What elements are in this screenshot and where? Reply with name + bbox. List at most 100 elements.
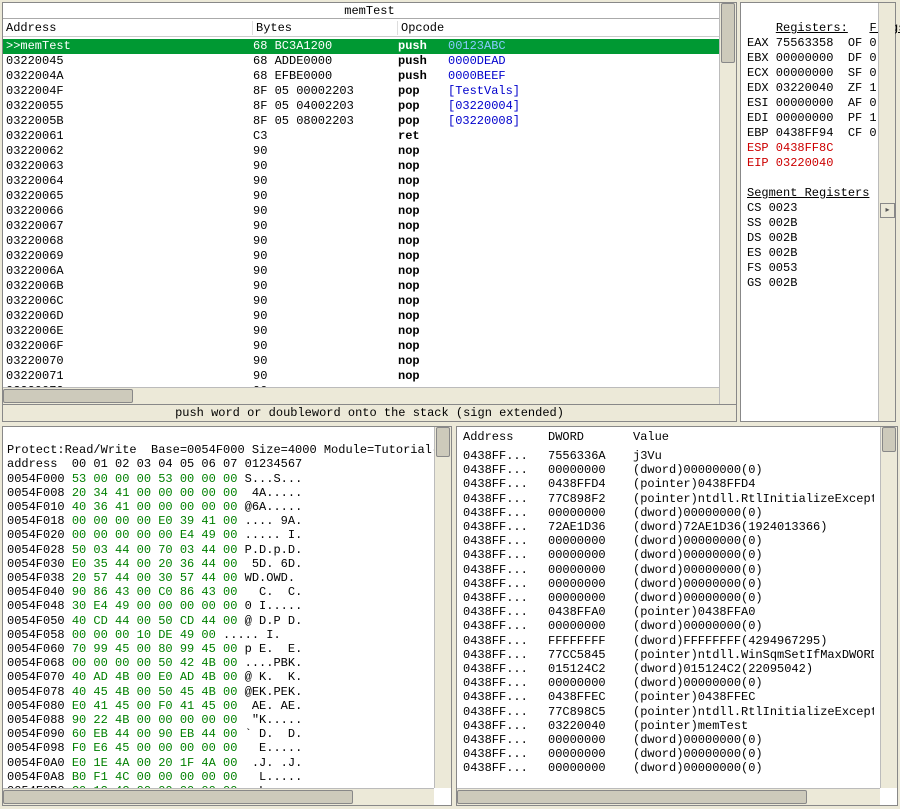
stack-row[interactable]: 0438FF...00000000(dword)00000000(0) [463, 548, 874, 562]
hex-row[interactable]: 0054F010 40 36 41 00 00 00 00 00 @6A....… [7, 500, 430, 514]
disasm-row[interactable]: 0322006790nop [3, 219, 719, 234]
disasm-row[interactable]: 0322007090nop [3, 354, 719, 369]
stack-row[interactable]: 0438FF...7556336Aj3Vu [463, 449, 874, 463]
hex-row[interactable]: 0054F030 E0 35 44 00 20 36 44 00 5D. 6D. [7, 557, 430, 571]
hex-row[interactable]: 0054F020 00 00 00 00 00 E4 49 00 ..... I… [7, 528, 430, 542]
hexdump-pane[interactable]: Protect:Read/Write Base=0054F000 Size=40… [2, 426, 452, 806]
stack-row[interactable]: 0438FF...015124C2(dword)015124C2(2209504… [463, 662, 874, 676]
hex-row[interactable]: 0054F080 E0 41 45 00 F0 41 45 00 AE. AE. [7, 699, 430, 713]
stack-row[interactable]: 0438FF...77C898C5(pointer)ntdll.RtlIniti… [463, 705, 874, 719]
disasm-row[interactable]: 0322006290nop [3, 144, 719, 159]
disasm-row[interactable]: 0322006490nop [3, 174, 719, 189]
disassembly-pane[interactable]: memTest Address Bytes Opcode >>memTest68… [2, 2, 737, 422]
hex-row[interactable]: 0054F018 00 00 00 00 E0 39 41 00 .... 9A… [7, 514, 430, 528]
stack-row[interactable]: 0438FF...00000000(dword)00000000(0) [463, 733, 874, 747]
disasm-rows[interactable]: >>memTest68 BC3A1200push00123ABC03220045… [3, 39, 719, 404]
vscroll[interactable] [719, 3, 736, 404]
stack-row[interactable]: 0438FF...0438FFD4(pointer)0438FFD4 [463, 477, 874, 491]
vscroll[interactable]: ▸ [878, 3, 895, 421]
stack-row[interactable]: 0438FF...77C898F2(pointer)ntdll.RtlIniti… [463, 492, 874, 506]
stack-row[interactable]: 0438FF...00000000(dword)00000000(0) [463, 747, 874, 761]
registers-pane[interactable]: Registers: Flags EAX 75563358 OF 0EBX 00… [740, 2, 896, 422]
col-value[interactable]: Value [633, 430, 669, 444]
stack-rows[interactable]: 0438FF...7556336Aj3Vu0438FF...00000000(d… [457, 449, 880, 788]
hex-row[interactable]: 0054F078 40 45 4B 00 50 45 4B 00 @EK.PEK… [7, 685, 430, 699]
disasm-row[interactable]: 0322006F90nop [3, 339, 719, 354]
stack-row[interactable]: 0438FF...03220040(pointer)memTest [463, 719, 874, 733]
hscroll[interactable] [3, 788, 434, 805]
stack-row[interactable]: 0438FF...0438FFA0(pointer)0438FFA0 [463, 605, 874, 619]
hex-row[interactable]: 0054F028 50 03 44 00 70 03 44 00 P.D.p.D… [7, 543, 430, 557]
disasm-row[interactable]: 0322006990nop [3, 249, 719, 264]
vscroll[interactable] [434, 427, 451, 788]
disasm-row[interactable]: 0322007190nop [3, 369, 719, 384]
disasm-row[interactable]: 0322004A68 EFBE0000push0000BEEF [3, 69, 719, 84]
seg-line: DS 002B [747, 231, 872, 246]
col-dword[interactable]: DWORD [548, 430, 633, 444]
disasm-row[interactable]: 0322006590nop [3, 189, 719, 204]
seg-line: CS 0023 [747, 201, 872, 216]
col-address[interactable]: Address [3, 21, 253, 35]
stack-pane[interactable]: Address DWORD Value 0438FF...7556336Aj3V… [456, 426, 898, 806]
col-bytes[interactable]: Bytes [253, 21, 398, 35]
reg-line: EBX 00000000 DF 0 [747, 51, 872, 66]
hex-row[interactable]: 0054F060 70 99 45 00 80 99 45 00 p E. E. [7, 642, 430, 656]
disasm-row[interactable]: 0322006E90nop [3, 324, 719, 339]
hex-row[interactable]: 0054F088 90 22 4B 00 00 00 00 00 "K..... [7, 713, 430, 727]
hex-row[interactable]: 0054F070 40 AD 4B 00 E0 AD 4B 00 @ K. K. [7, 670, 430, 684]
disasm-row[interactable]: 0322006C90nop [3, 294, 719, 309]
disasm-row[interactable]: 0322004F8F 05 00002203pop[TestVals] [3, 84, 719, 99]
hex-row[interactable]: 0054F0A8 B0 F1 4C 00 00 00 00 00 L..... [7, 770, 430, 784]
stack-row[interactable]: 0438FF...77CC5845(pointer)ntdll.WinSqmSe… [463, 648, 874, 662]
reg-line: ESI 00000000 AF 0 [747, 96, 872, 111]
stack-row[interactable]: 0438FF...FFFFFFFF(dword)FFFFFFFF(4294967… [463, 634, 874, 648]
disasm-header-row: Address Bytes Opcode [3, 19, 736, 37]
stack-row[interactable]: 0438FF...00000000(dword)00000000(0) [463, 534, 874, 548]
disasm-hint: push word or doubleword onto the stack (… [3, 404, 736, 421]
stack-row[interactable]: 0438FF...00000000(dword)00000000(0) [463, 591, 874, 605]
stack-row[interactable]: 0438FF...00000000(dword)00000000(0) [463, 761, 874, 775]
stack-row[interactable]: 0438FF...0438FFEC(pointer)0438FFEC [463, 690, 874, 704]
hex-row[interactable]: 0054F000 53 00 00 00 53 00 00 00 S...S..… [7, 472, 430, 486]
disasm-row[interactable]: >>memTest68 BC3A1200push00123ABC [3, 39, 719, 54]
hex-row[interactable]: 0054F058 00 00 00 10 DE 49 00 ..... I. [7, 628, 430, 642]
disasm-row[interactable]: 03220061C3ret [3, 129, 719, 144]
disasm-row[interactable]: 0322006D90nop [3, 309, 719, 324]
seg-line: ES 002B [747, 246, 872, 261]
reg-eip: EIP 03220040 [747, 156, 872, 171]
vscroll[interactable] [880, 427, 897, 788]
hex-row[interactable]: 0054F098 F0 E6 45 00 00 00 00 00 E..... [7, 741, 430, 755]
stack-row[interactable]: 0438FF...00000000(dword)00000000(0) [463, 619, 874, 633]
stack-row[interactable]: 0438FF...00000000(dword)00000000(0) [463, 577, 874, 591]
stack-row[interactable]: 0438FF...00000000(dword)00000000(0) [463, 563, 874, 577]
hex-row[interactable]: 0054F068 00 00 00 00 50 42 4B 00 ....PBK… [7, 656, 430, 670]
disasm-row[interactable]: 0322006A90nop [3, 264, 719, 279]
col-address[interactable]: Address [463, 430, 548, 444]
hex-row[interactable]: 0054F040 90 86 43 00 C0 86 43 00 C. C. [7, 585, 430, 599]
disasm-row[interactable]: 0322006B90nop [3, 279, 719, 294]
disasm-row[interactable]: 032200558F 05 04002203pop[03220004] [3, 99, 719, 114]
disasm-row[interactable]: 0322005B8F 05 08002203pop[03220008] [3, 114, 719, 129]
disasm-row[interactable]: 0322006890nop [3, 234, 719, 249]
hex-row[interactable]: 0054F050 40 CD 44 00 50 CD 44 00 @ D.P D… [7, 614, 430, 628]
stack-row[interactable]: 0438FF...00000000(dword)00000000(0) [463, 506, 874, 520]
hex-row[interactable]: 0054F048 30 E4 49 00 00 00 00 00 0 I....… [7, 599, 430, 613]
hscroll[interactable] [3, 387, 719, 404]
stack-row[interactable]: 0438FF...00000000(dword)00000000(0) [463, 676, 874, 690]
hex-row[interactable]: 0054F090 60 EB 44 00 90 EB 44 00 ` D. D. [7, 727, 430, 741]
stack-row[interactable]: 0438FF...72AE1D36(dword)72AE1D36(1924013… [463, 520, 874, 534]
disasm-row[interactable]: 0322006690nop [3, 204, 719, 219]
reg-line: EDI 00000000 PF 1 [747, 111, 872, 126]
hscroll[interactable] [457, 788, 880, 805]
disasm-row[interactable]: 0322004568 ADDE0000push0000DEAD [3, 54, 719, 69]
hex-row[interactable]: 0054F008 20 34 41 00 00 00 00 00 4A..... [7, 486, 430, 500]
disasm-row[interactable]: 0322006390nop [3, 159, 719, 174]
seg-line: SS 002B [747, 216, 872, 231]
stack-row[interactable]: 0438FF...00000000(dword)00000000(0) [463, 463, 874, 477]
scroll-right-icon[interactable]: ▸ [880, 203, 895, 218]
hex-row[interactable]: 0054F038 20 57 44 00 30 57 44 00 WD.OWD. [7, 571, 430, 585]
hex-info: Protect:Read/Write Base=0054F000 Size=40… [7, 443, 430, 457]
hex-row[interactable]: 0054F0A0 E0 1E 4A 00 20 1F 4A 00 .J. .J. [7, 756, 430, 770]
reg-line: EAX 75563358 OF 0 [747, 36, 872, 51]
col-opcode[interactable]: Opcode [398, 21, 736, 35]
